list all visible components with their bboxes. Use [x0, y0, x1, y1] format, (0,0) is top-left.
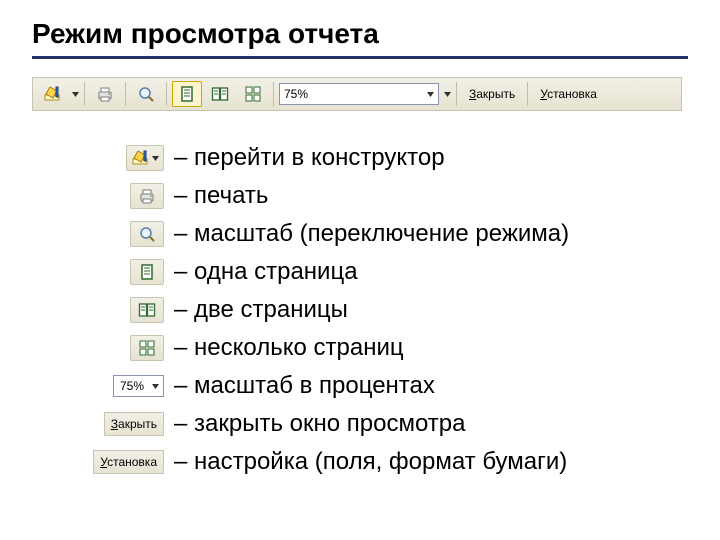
- legend-one-page-button: [130, 259, 164, 285]
- legend-print-button: [130, 183, 164, 209]
- chevron-down-icon: [427, 92, 434, 97]
- separator: [125, 82, 126, 106]
- chevron-down-icon: [152, 384, 159, 389]
- legend-zoom-label: – масштаб (переключение режима): [174, 220, 569, 248]
- legend-zoom-combobox: 75%: [113, 375, 164, 397]
- separator: [273, 82, 274, 106]
- multi-pages-button[interactable]: [238, 81, 268, 107]
- title-rule: [32, 56, 688, 59]
- legend-row-one-page: – одна страница: [92, 253, 688, 291]
- one-page-icon: [138, 263, 156, 281]
- legend-multi-pages-button: [130, 335, 164, 361]
- setup-label-rest: становка: [547, 87, 597, 101]
- legend-row-design: – перейти в конструктор: [92, 139, 688, 177]
- legend-close-button: Закрыть: [104, 412, 164, 436]
- zoom-toggle-button[interactable]: [131, 81, 161, 107]
- chevron-down-icon: [152, 156, 159, 161]
- design-icon: [43, 85, 61, 103]
- legend-multi-pages-label: – несколько страниц: [174, 334, 404, 362]
- legend-row-close: Закрыть – закрыть окно просмотра: [92, 405, 688, 443]
- setup-button[interactable]: Установка: [533, 81, 604, 107]
- multi-pages-icon: [138, 339, 156, 357]
- zoom-dropdown-arrow[interactable]: [443, 92, 451, 97]
- legend-row-zoom-percent: 75% – масштаб в процентах: [92, 367, 688, 405]
- two-pages-icon: [211, 85, 229, 103]
- chevron-down-icon: [444, 92, 451, 97]
- zoom-icon: [137, 85, 155, 103]
- legend-row-setup: Установка – настройка (поля, формат бума…: [92, 443, 688, 481]
- legend-print-label: – печать: [174, 182, 268, 210]
- legend-zoom-button: [130, 221, 164, 247]
- print-button[interactable]: [90, 81, 120, 107]
- separator: [84, 82, 85, 106]
- separator: [527, 82, 528, 106]
- zoom-value: 75%: [284, 87, 308, 101]
- legend-zoom-value: 75%: [120, 379, 144, 393]
- two-pages-icon: [138, 301, 156, 319]
- zoom-icon: [138, 225, 156, 243]
- two-pages-button[interactable]: [205, 81, 235, 107]
- design-view-button[interactable]: [37, 81, 67, 107]
- legend-row-multi-pages: – несколько страниц: [92, 329, 688, 367]
- legend-design-button: [126, 145, 164, 171]
- one-page-button[interactable]: [172, 81, 202, 107]
- separator: [166, 82, 167, 106]
- legend-close-label: – закрыть окно просмотра: [174, 410, 465, 438]
- chevron-down-icon: [72, 92, 79, 97]
- legend-setup-button: Установка: [93, 450, 164, 474]
- print-icon: [96, 85, 114, 103]
- multi-pages-icon: [244, 85, 262, 103]
- legend-one-page-label: – одна страница: [174, 258, 358, 286]
- legend-row-zoom: – масштаб (переключение режима): [92, 215, 688, 253]
- legend: – перейти в конструктор – печать – масшт…: [92, 139, 688, 481]
- legend-setup-label: – настройка (поля, формат бумаги): [174, 448, 567, 476]
- close-button[interactable]: Закрыть: [462, 81, 522, 107]
- one-page-icon: [178, 85, 196, 103]
- legend-two-pages-label: – две страницы: [174, 296, 348, 324]
- separator: [456, 82, 457, 106]
- page-title: Режим просмотра отчета: [32, 18, 688, 50]
- design-icon: [131, 149, 149, 167]
- legend-row-two-pages: – две страницы: [92, 291, 688, 329]
- print-icon: [138, 187, 156, 205]
- close-label-rest: акрыть: [476, 87, 515, 101]
- legend-two-pages-button: [130, 297, 164, 323]
- zoom-combobox[interactable]: 75%: [279, 83, 439, 105]
- legend-row-print: – печать: [92, 177, 688, 215]
- preview-toolbar: 75% Закрыть Установка: [32, 77, 682, 111]
- design-dropdown-arrow[interactable]: [71, 92, 79, 97]
- legend-zoom-percent-label: – масштаб в процентах: [174, 372, 435, 400]
- legend-design-label: – перейти в конструктор: [174, 144, 445, 172]
